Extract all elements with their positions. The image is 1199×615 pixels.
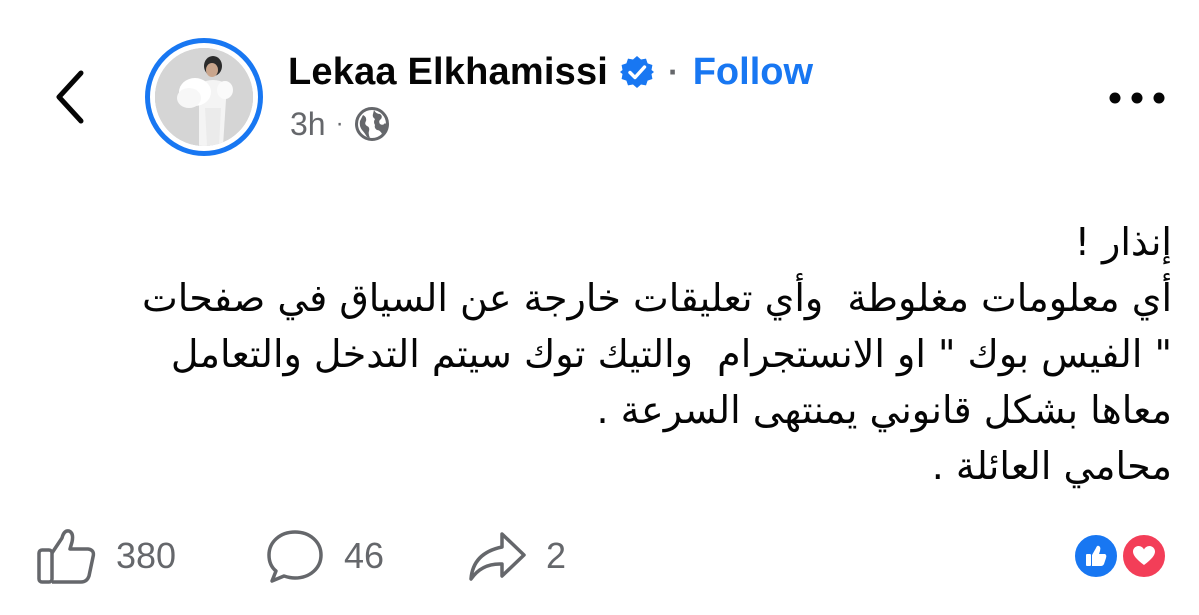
chevron-left-icon: [56, 70, 84, 124]
globe-icon[interactable]: [354, 106, 390, 142]
post-line: أي معلومات مغلوطة وأي تعليقات خارجة عن ا…: [141, 276, 1172, 320]
post-line: " الفيس بوك " او الانستجرام والتيك توك س…: [170, 332, 1172, 376]
share-button[interactable]: 2: [466, 526, 566, 586]
more-horizontal-icon: [1109, 92, 1165, 104]
thumbs-up-icon: [37, 529, 96, 584]
post-line: معاها بشكل قانوني يمنتهى السرعة .: [596, 388, 1172, 432]
author-row: Lekaa Elkhamissi · Follow: [288, 46, 813, 98]
share-count: 2: [546, 535, 567, 576]
like-reaction-icon: [1072, 532, 1120, 580]
post-actions: 380 46 2: [0, 520, 1199, 590]
author-name[interactable]: Lekaa Elkhamissi: [288, 51, 608, 94]
comment-bubble-icon: [267, 530, 323, 583]
post-line: إنذار !: [1074, 220, 1172, 264]
post-line: محامي العائلة .: [931, 444, 1172, 488]
like-count: 380: [116, 535, 177, 576]
love-reaction-icon: [1120, 532, 1168, 580]
follow-button[interactable]: Follow: [693, 51, 813, 94]
verified-badge-icon: [620, 55, 655, 89]
separator-dot: ·: [668, 53, 679, 90]
avatar[interactable]: [145, 38, 263, 156]
post-timestamp[interactable]: 3h: [290, 106, 326, 143]
like-button[interactable]: 380: [36, 526, 176, 586]
meta-separator: ·: [335, 110, 344, 137]
reaction-summary[interactable]: [1072, 530, 1172, 580]
share-arrow-icon: [469, 532, 526, 581]
post-header: Lekaa Elkhamissi · Follow 3h ·: [0, 0, 1199, 170]
comment-button[interactable]: 46: [264, 526, 384, 586]
comment-count: 46: [344, 535, 385, 576]
avatar-photo: [155, 48, 253, 146]
post-meta: 3h ·: [290, 104, 390, 144]
back-button[interactable]: [44, 62, 96, 132]
more-options-button[interactable]: [1102, 78, 1172, 118]
post-text: إنذار ! أي معلومات مغلوطة وأي تعليقات خا…: [30, 214, 1172, 494]
